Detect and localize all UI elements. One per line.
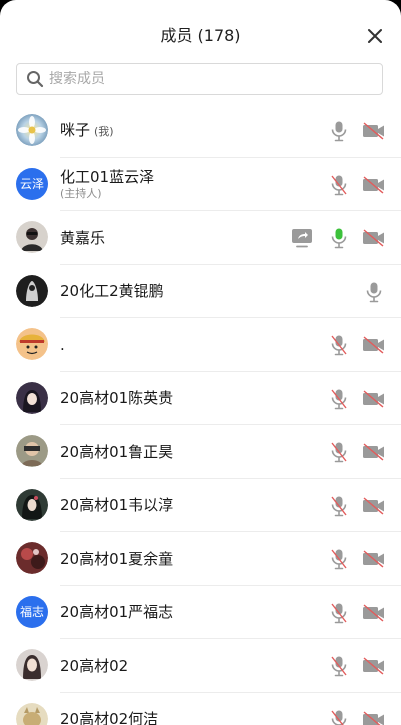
- camera-off-icon[interactable]: [361, 439, 387, 465]
- avatar: [16, 381, 48, 414]
- avatar: [16, 542, 48, 574]
- avatar: [16, 114, 48, 146]
- member-info: 20高材02何洁: [60, 693, 158, 725]
- mic-muted-icon[interactable]: [326, 332, 352, 358]
- camera-off-icon[interactable]: [361, 493, 387, 519]
- member-name-line: 20高材01夏余童: [60, 549, 173, 569]
- screen-share-icon[interactable]: [289, 225, 315, 251]
- member-name-line: 化工01蓝云泽: [60, 167, 154, 187]
- camera-off-icon[interactable]: [361, 172, 387, 198]
- avatar: [16, 221, 48, 253]
- member-name-line: 咪子 (我): [60, 120, 114, 142]
- mic-icon[interactable]: [361, 279, 387, 305]
- camera-off-icon[interactable]: [361, 546, 387, 572]
- camera-off-icon[interactable]: [361, 118, 387, 144]
- avatar: 福志: [16, 595, 48, 628]
- search-box[interactable]: [16, 63, 383, 95]
- member-info: 20高材02: [60, 639, 128, 693]
- member-info: 20高材01陈英贵: [60, 372, 173, 426]
- member-name: 黄嘉乐: [60, 228, 106, 247]
- avatar: 云泽: [16, 167, 48, 200]
- member-info: 黄嘉乐: [60, 211, 105, 265]
- mic-muted-icon[interactable]: [326, 439, 352, 465]
- member-row[interactable]: 20高材02何洁: [0, 693, 401, 725]
- member-name: 20高材01夏余童: [60, 549, 174, 568]
- camera-off-icon[interactable]: [361, 653, 387, 679]
- member-row[interactable]: 黄嘉乐: [0, 211, 401, 265]
- avatar: [16, 435, 48, 467]
- member-name: 20高材01严福志: [60, 603, 174, 622]
- camera-off-icon[interactable]: [361, 332, 387, 358]
- member-row[interactable]: 20高材01韦以淳: [0, 479, 401, 533]
- camera-off-icon[interactable]: [361, 386, 387, 412]
- member-name: 20高材02何洁: [60, 710, 159, 725]
- member-name: .: [60, 335, 65, 354]
- avatar: [16, 328, 48, 360]
- close-button[interactable]: [363, 24, 387, 48]
- member-info: 20高材01夏余童: [60, 532, 173, 586]
- avatar: [16, 702, 48, 725]
- member-name: 20高材01韦以淳: [60, 496, 174, 515]
- avatar: [16, 488, 48, 521]
- member-info: 20化工2黄锟鹏: [60, 265, 164, 319]
- camera-off-icon[interactable]: [361, 707, 387, 725]
- member-row[interactable]: 20高材01鲁正昊: [0, 425, 401, 479]
- member-info: 咪子 (我): [60, 104, 114, 158]
- member-row[interactable]: 20高材02: [0, 639, 401, 693]
- member-name-line: 20高材01陈英贵: [60, 388, 173, 408]
- member-info: 20高材01严福志: [60, 586, 173, 640]
- camera-off-icon[interactable]: [361, 600, 387, 626]
- member-row[interactable]: 20高材01夏余童: [0, 532, 401, 586]
- member-row[interactable]: 云泽 化工01蓝云泽 (主持人): [0, 158, 401, 212]
- header: 成员 (178): [0, 0, 401, 58]
- mic-muted-icon[interactable]: [326, 653, 352, 679]
- member-name-line: 20高材02何洁: [60, 709, 158, 725]
- page-title: 成员 (178): [160, 26, 241, 45]
- member-list: 咪子 (我) 云泽 化工01蓝云泽 (主持人) 黄嘉乐 20化工2黄锟鹏 . 20高材…: [0, 104, 401, 725]
- avatar: [16, 649, 48, 681]
- avatar: [16, 274, 48, 307]
- member-name: 20高材01鲁正昊: [60, 442, 174, 461]
- members-sheet: 成员 (178) 咪子(我) 云泽化工01蓝云泽(主持人) 黄嘉乐: [0, 0, 401, 725]
- member-name: 咪子: [60, 120, 91, 139]
- mic-icon[interactable]: [326, 118, 352, 144]
- mic-icon[interactable]: [326, 225, 352, 251]
- mic-muted-icon[interactable]: [326, 600, 352, 626]
- member-info: 20高材01鲁正昊: [60, 425, 173, 479]
- member-row[interactable]: .: [0, 318, 401, 372]
- mic-muted-icon[interactable]: [326, 707, 352, 725]
- member-name-line: 20高材01严福志: [60, 602, 173, 622]
- search-icon: [25, 69, 45, 89]
- mic-muted-icon[interactable]: [326, 493, 352, 519]
- member-name: 20高材01陈英贵: [60, 389, 174, 408]
- member-info: 化工01蓝云泽 (主持人): [60, 158, 154, 212]
- search-input[interactable]: [49, 71, 349, 87]
- mic-muted-icon[interactable]: [326, 386, 352, 412]
- member-name: 20高材02: [60, 656, 129, 675]
- member-row[interactable]: 20高材01陈英贵: [0, 372, 401, 426]
- member-name-line: 20高材01鲁正昊: [60, 442, 173, 462]
- member-info: 20高材01韦以淳: [60, 479, 173, 533]
- member-name-line: 20高材02: [60, 656, 128, 676]
- camera-off-icon[interactable]: [361, 225, 387, 251]
- member-name-line: 黄嘉乐: [60, 228, 105, 248]
- member-name-line: .: [60, 335, 65, 355]
- member-row[interactable]: 福志 20高材01严福志: [0, 586, 401, 640]
- member-name-line: 20化工2黄锟鹏: [60, 281, 164, 301]
- role-label: (主持人): [60, 187, 102, 201]
- mic-muted-icon[interactable]: [326, 172, 352, 198]
- member-info: .: [60, 318, 65, 372]
- member-row[interactable]: 咪子 (我): [0, 104, 401, 158]
- mic-muted-icon[interactable]: [326, 546, 352, 572]
- close-icon: [368, 29, 382, 43]
- self-tag: (我): [94, 124, 114, 138]
- member-name: 20化工2黄锟鹏: [60, 282, 164, 301]
- member-name-line: 20高材01韦以淳: [60, 495, 173, 515]
- member-row[interactable]: 20化工2黄锟鹏: [0, 265, 401, 319]
- member-name: 化工01蓝云泽: [60, 168, 155, 187]
